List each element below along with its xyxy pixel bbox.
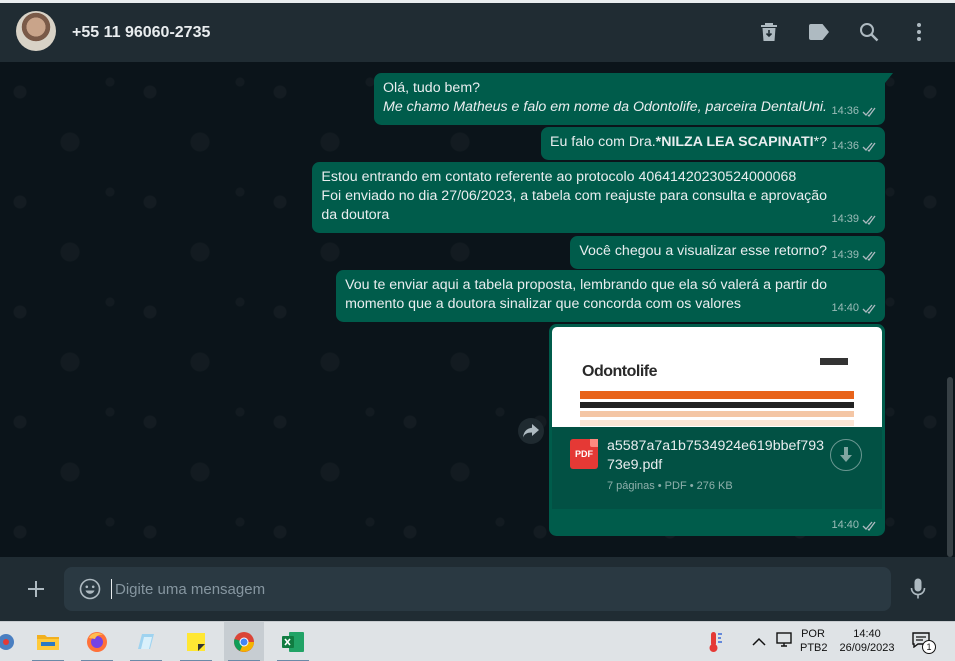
download-button[interactable] <box>830 439 862 471</box>
pdf-file-icon: PDF <box>570 439 598 469</box>
message-text: Vou te enviar aqui a tabela proposta, le… <box>345 277 827 293</box>
download-icon <box>840 447 852 462</box>
message-bubble[interactable]: Vou te enviar aqui a tabela proposta, le… <box>336 270 885 322</box>
document-filename: a5587a7a1b7534924e619bbef79373e9.pdf <box>607 438 824 473</box>
message-meta: 14:39 <box>831 210 878 229</box>
clock-date: 26/09/2023 <box>839 642 895 654</box>
notepad-icon <box>138 634 154 649</box>
message-input[interactable] <box>115 567 875 611</box>
taskbar-file-explorer[interactable] <box>28 622 68 661</box>
label-icon[interactable] <box>807 20 831 44</box>
message-text-suffix: *? <box>813 134 827 150</box>
emoji-icon <box>79 578 101 600</box>
document-details: 7 páginas • PDF • 276 KB <box>607 480 733 492</box>
message-text: Eu falo com Dra.*NILZA LEA SCAPINATI*? <box>550 133 827 152</box>
search-icon[interactable] <box>857 20 881 44</box>
document-preview[interactable]: Odontolife <box>552 327 882 427</box>
chat-scrollbar[interactable] <box>947 377 953 557</box>
windows-taskbar: POR PTB2 14:40 26/09/2023 1 <box>0 621 955 661</box>
taskbar-sticky-notes[interactable] <box>176 622 216 661</box>
document-preview-table-header <box>580 391 854 399</box>
message-text: Foi enviado no dia 27/06/2023, a tabela … <box>321 188 827 204</box>
message-input-box[interactable] <box>64 567 891 611</box>
emoji-button[interactable] <box>78 577 102 601</box>
message-time: 14:39 <box>831 249 859 261</box>
microphone-icon <box>910 578 926 599</box>
document-preview-logo: Odontolife <box>582 363 657 380</box>
forward-icon <box>523 424 539 438</box>
double-check-icon <box>862 215 876 225</box>
message-bubble[interactable]: Você chegou a visualizar esse retorno? 1… <box>570 236 885 269</box>
double-check-icon <box>862 107 876 117</box>
network-icon[interactable] <box>775 632 793 653</box>
message-text: Você chegou a visualizar esse retorno? <box>579 243 827 259</box>
document-preview-table-subheader <box>580 402 854 408</box>
message-composer <box>0 557 955 621</box>
taskbar-chrome[interactable] <box>224 622 264 661</box>
sticky-notes-icon <box>187 633 205 651</box>
message-text: Me chamo Matheus e falo em nome da Odont… <box>383 99 827 115</box>
attach-button[interactable] <box>24 577 48 601</box>
taskbar-excel[interactable] <box>273 622 313 661</box>
document-preview-table-row <box>580 411 854 417</box>
message-meta: 14:36 <box>831 102 878 121</box>
taskbar-app-icon[interactable] <box>0 622 26 661</box>
excel-icon <box>282 632 304 652</box>
notification-badge: 1 <box>922 640 936 654</box>
message-bubble[interactable]: Olá, tudo bem? Me chamo Matheus e falo e… <box>374 73 893 125</box>
message-meta: 14:40 <box>831 299 878 318</box>
firefox-icon <box>87 632 107 652</box>
message-meta: 14:36 <box>831 137 878 156</box>
clock[interactable]: 14:40 26/09/2023 <box>834 627 900 655</box>
message-text-bold: *NILZA LEA SCAPINATI <box>655 134 814 150</box>
keyboard-layout: PTB2 <box>800 642 828 654</box>
message-meta: 14:40 <box>831 519 878 531</box>
app-icon <box>0 634 14 650</box>
message-text: momento que a doutora sinalizar que conc… <box>345 296 741 312</box>
double-check-icon <box>862 142 876 152</box>
chevron-up-icon[interactable] <box>752 634 766 652</box>
temperature-icon[interactable] <box>706 630 724 659</box>
message-list[interactable]: Olá, tudo bem? Me chamo Matheus e falo e… <box>0 62 955 557</box>
plus-icon <box>28 581 44 597</box>
chat-header: +55 11 96060-2735 <box>0 3 955 62</box>
message-time: 14:36 <box>831 105 859 117</box>
language-code: POR <box>801 628 825 640</box>
chrome-icon <box>234 632 254 652</box>
document-preview-badge <box>820 358 848 365</box>
notification-button[interactable]: 1 <box>912 632 936 656</box>
clock-time: 14:40 <box>853 628 881 640</box>
message-meta: 14:39 <box>831 246 878 265</box>
contact-name[interactable]: +55 11 96060-2735 <box>72 24 210 42</box>
message-time: 14:39 <box>831 213 859 225</box>
document-info[interactable]: PDF a5587a7a1b7534924e619bbef79373e9.pdf… <box>552 427 882 509</box>
text-caret <box>111 579 112 599</box>
pdf-icon-label: PDF <box>575 449 593 459</box>
message-text: Olá, tudo bem? <box>383 80 481 96</box>
microphone-button[interactable] <box>906 577 930 601</box>
message-time: 14:40 <box>831 302 859 314</box>
folder-icon <box>37 635 59 650</box>
message-text-prefix: Eu falo com Dra. <box>550 134 656 150</box>
menu-icon[interactable] <box>907 20 931 44</box>
language-indicator[interactable]: POR PTB2 <box>800 627 828 655</box>
message-bubble[interactable]: Eu falo com Dra.*NILZA LEA SCAPINATI*? 1… <box>541 127 885 160</box>
delete-icon[interactable] <box>757 20 781 44</box>
document-message[interactable]: Odontolife PDF a5587a7a1b7534924e619bbef… <box>549 324 885 536</box>
double-check-icon <box>862 521 876 531</box>
double-check-icon <box>862 304 876 314</box>
document-preview-table-row <box>580 420 854 426</box>
message-bubble[interactable]: Estou entrando em contato referente ao p… <box>312 162 885 233</box>
message-time: 14:40 <box>831 519 859 531</box>
message-text: Estou entrando em contato referente ao p… <box>321 169 797 185</box>
taskbar-firefox[interactable] <box>77 622 117 661</box>
avatar[interactable] <box>16 11 56 51</box>
taskbar-notepad[interactable] <box>126 622 166 661</box>
double-check-icon <box>862 251 876 261</box>
forward-button[interactable] <box>518 418 544 444</box>
message-time: 14:36 <box>831 140 859 152</box>
message-text: da doutora <box>321 207 390 223</box>
